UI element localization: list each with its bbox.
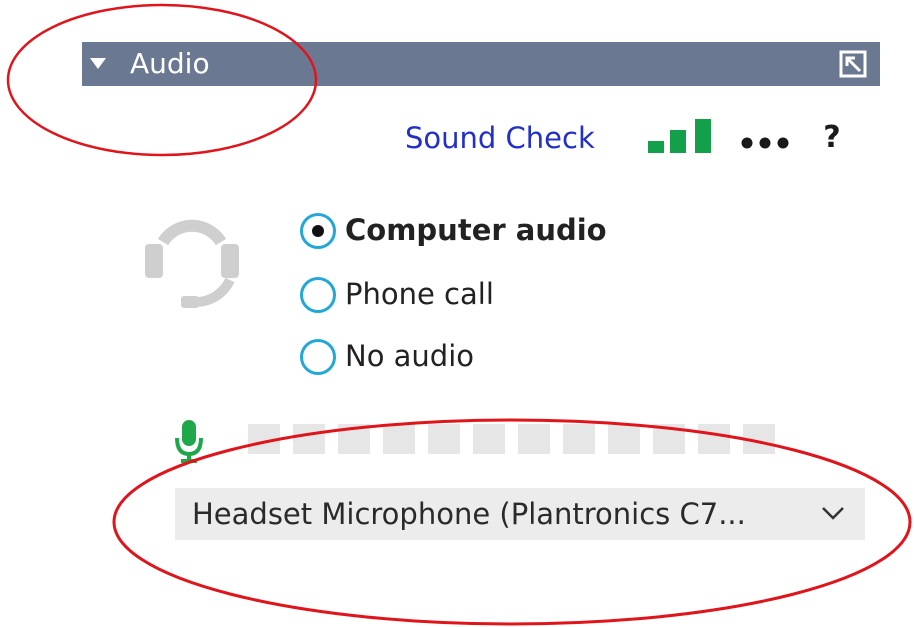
level-segment bbox=[743, 424, 775, 454]
level-segment bbox=[383, 424, 415, 454]
radio-button[interactable] bbox=[300, 277, 336, 313]
popout-icon[interactable] bbox=[838, 50, 868, 78]
selected-device: Headset Microphone (Plantronics C7... bbox=[192, 497, 746, 531]
radio-label: No audio bbox=[345, 339, 475, 373]
panel-title: Audio bbox=[130, 47, 210, 80]
level-segment bbox=[563, 424, 595, 454]
level-segment bbox=[473, 424, 505, 454]
level-segment bbox=[608, 424, 640, 454]
radio-button[interactable] bbox=[300, 339, 336, 375]
ellipsis-icon[interactable] bbox=[740, 136, 790, 150]
headset-icon bbox=[145, 219, 239, 308]
triangle-down-icon[interactable] bbox=[90, 58, 106, 69]
radio-no-audio[interactable]: No audio bbox=[298, 334, 658, 384]
radio-computer-audio[interactable]: Computer audio bbox=[298, 208, 658, 258]
radio-phone-call[interactable]: Phone call bbox=[298, 272, 658, 322]
audio-panel: Audio Sound Check ? Computer audio Phone… bbox=[82, 42, 880, 570]
level-segment bbox=[518, 424, 550, 454]
microphone-icon bbox=[175, 420, 203, 463]
radio-button[interactable] bbox=[300, 213, 336, 249]
help-button[interactable]: ? bbox=[818, 118, 846, 158]
microphone-device-select[interactable]: Headset Microphone (Plantronics C7... bbox=[175, 488, 865, 540]
sound-check-link[interactable]: Sound Check bbox=[405, 118, 595, 158]
chevron-down-icon[interactable] bbox=[821, 505, 845, 521]
level-segment bbox=[338, 424, 370, 454]
level-segment bbox=[293, 424, 325, 454]
audio-panel-header[interactable]: Audio bbox=[82, 42, 880, 86]
level-segment bbox=[428, 424, 460, 454]
radio-selected-dot bbox=[312, 225, 324, 237]
radio-label: Phone call bbox=[345, 277, 494, 311]
radio-label: Computer audio bbox=[345, 213, 607, 247]
mic-level-meter bbox=[248, 424, 818, 454]
level-segment bbox=[698, 424, 730, 454]
level-segment bbox=[653, 424, 685, 454]
level-segment bbox=[248, 424, 280, 454]
signal-bars-icon bbox=[648, 119, 711, 153]
